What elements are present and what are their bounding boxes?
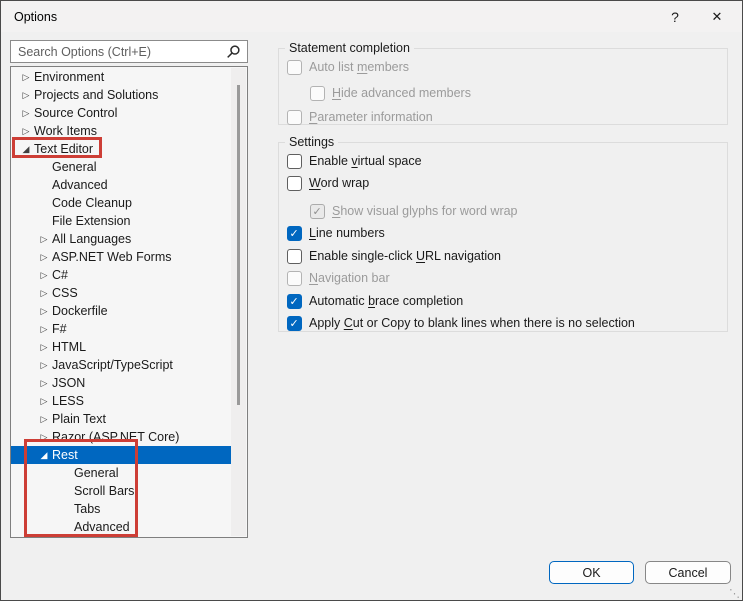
tree-item-text-editor[interactable]: ◢ Text Editor bbox=[11, 140, 231, 158]
tree-item-javascript-typescript[interactable]: ▷ JavaScript/TypeScript bbox=[11, 356, 231, 374]
ok-button[interactable]: OK bbox=[549, 561, 634, 584]
settings-group: Settings Enable virtual space Word wrap … bbox=[278, 135, 728, 333]
chevron-right-icon[interactable]: ▷ bbox=[19, 72, 33, 83]
checkbox-checked-icon[interactable] bbox=[287, 293, 302, 309]
checkbox-icon[interactable] bbox=[287, 175, 302, 191]
tree-item-aspnet-web-forms[interactable]: ▷ ASP.NET Web Forms bbox=[11, 248, 231, 266]
tree-item-rest-advanced[interactable]: Advanced bbox=[11, 518, 231, 536]
triangle-expanded-icon[interactable]: ◢ bbox=[19, 144, 33, 155]
chevron-right-icon[interactable]: ▷ bbox=[37, 396, 51, 407]
checkbox-icon[interactable] bbox=[287, 248, 302, 264]
resize-grip[interactable]: ⋱ bbox=[729, 589, 740, 600]
chevron-right-icon[interactable]: ▷ bbox=[37, 342, 51, 353]
tree-item-fsharp[interactable]: ▷ F# bbox=[11, 320, 231, 338]
checkbox-navigation-bar[interactable]: Navigation bar bbox=[287, 268, 727, 288]
checkbox-checked-icon[interactable] bbox=[287, 315, 302, 331]
chevron-right-icon[interactable]: ▷ bbox=[37, 324, 51, 335]
checkbox-icon[interactable] bbox=[287, 153, 302, 169]
tree-item-rest-tabs[interactable]: Tabs bbox=[11, 500, 231, 518]
tree-item-css[interactable]: ▷ CSS bbox=[11, 284, 231, 302]
tree-item-file-extension[interactable]: File Extension bbox=[11, 212, 231, 230]
checkbox-icon[interactable] bbox=[287, 270, 302, 286]
tree-item-projects-and-solutions[interactable]: ▷ Projects and Solutions bbox=[11, 86, 231, 104]
checkbox-word-wrap[interactable]: Word wrap bbox=[287, 173, 727, 193]
checkbox-show-visual-glyphs[interactable]: Show visual glyphs for word wrap bbox=[310, 201, 727, 221]
checkbox-apply-cut-copy-blank-lines[interactable]: Apply Cut or Copy to blank lines when th… bbox=[287, 313, 727, 333]
checkbox-checked-icon[interactable] bbox=[287, 225, 302, 241]
search-input[interactable] bbox=[10, 40, 248, 63]
chevron-right-icon[interactable]: ▷ bbox=[37, 306, 51, 317]
chevron-right-icon[interactable]: ▷ bbox=[37, 360, 51, 371]
chevron-right-icon[interactable]: ▷ bbox=[37, 414, 51, 425]
checkbox-checked-icon[interactable] bbox=[310, 203, 325, 219]
tree-item-razor-aspnet-core[interactable]: ▷ Razor (ASP.NET Core) bbox=[11, 428, 231, 446]
chevron-right-icon[interactable]: ▷ bbox=[19, 90, 33, 101]
chevron-right-icon[interactable]: ▷ bbox=[37, 252, 51, 263]
tree-item-environment[interactable]: ▷ Environment bbox=[11, 68, 231, 86]
close-button[interactable]: ✕ bbox=[701, 5, 733, 29]
checkbox-single-click-url[interactable]: Enable single-click URL navigation bbox=[287, 246, 727, 266]
checkbox-icon[interactable] bbox=[287, 109, 302, 125]
checkbox-auto-list-members[interactable]: Auto list members bbox=[287, 57, 727, 77]
help-icon: ? bbox=[671, 9, 679, 25]
tree-item-advanced[interactable]: Advanced bbox=[11, 176, 231, 194]
checkbox-icon[interactable] bbox=[287, 59, 302, 75]
checkbox-parameter-information[interactable]: Parameter information bbox=[287, 107, 727, 127]
tree-item-csharp[interactable]: ▷ C# bbox=[11, 266, 231, 284]
tree-item-rest-scroll-bars[interactable]: Scroll Bars bbox=[11, 482, 231, 500]
checkbox-hide-advanced-members[interactable]: Hide advanced members bbox=[310, 83, 727, 103]
checkbox-icon[interactable] bbox=[310, 85, 325, 101]
tree-item-html[interactable]: ▷ HTML bbox=[11, 338, 231, 356]
cancel-button[interactable]: Cancel bbox=[645, 561, 731, 584]
checkbox-line-numbers[interactable]: Line numbers bbox=[287, 223, 727, 243]
tree-item-all-languages[interactable]: ▷ All Languages bbox=[11, 230, 231, 248]
tree-item-json[interactable]: ▷ JSON bbox=[11, 374, 231, 392]
chevron-right-icon[interactable]: ▷ bbox=[37, 378, 51, 389]
close-icon: ✕ bbox=[711, 9, 723, 24]
tree-item-code-cleanup[interactable]: Code Cleanup bbox=[11, 194, 231, 212]
checkbox-enable-virtual-space[interactable]: Enable virtual space bbox=[287, 151, 727, 171]
tree-item-plain-text[interactable]: ▷ Plain Text bbox=[11, 410, 231, 428]
chevron-right-icon[interactable]: ▷ bbox=[37, 270, 51, 281]
tree-item-source-control[interactable]: ▷ Source Control bbox=[11, 104, 231, 122]
chevron-right-icon[interactable]: ▷ bbox=[37, 234, 51, 245]
triangle-expanded-icon[interactable]: ◢ bbox=[37, 450, 51, 461]
chevron-right-icon[interactable]: ▷ bbox=[37, 288, 51, 299]
help-button[interactable]: ? bbox=[659, 5, 691, 29]
chevron-right-icon[interactable]: ▷ bbox=[19, 126, 33, 137]
window-title: Options bbox=[14, 10, 58, 24]
tree-item-rest[interactable]: ◢ Rest bbox=[11, 446, 231, 464]
group-title: Statement completion bbox=[285, 41, 414, 55]
group-title: Settings bbox=[285, 135, 339, 149]
tree-item-dockerfile[interactable]: ▷ Dockerfile bbox=[11, 302, 231, 320]
title-bar: Options ? ✕ bbox=[1, 1, 742, 32]
statement-completion-group: Statement completion Auto list members H… bbox=[278, 41, 728, 127]
search-icon[interactable] bbox=[226, 44, 241, 59]
checkbox-automatic-brace-completion[interactable]: Automatic brace completion bbox=[287, 291, 727, 311]
tree-item-general[interactable]: General bbox=[11, 158, 231, 176]
options-tree: ▷ Environment ▷ Projects and Solutions ▷ So… bbox=[10, 66, 248, 538]
tree-item-less[interactable]: ▷ LESS bbox=[11, 392, 231, 410]
chevron-right-icon[interactable]: ▷ bbox=[19, 108, 33, 119]
options-dialog: Options ? ✕ ▷Environment ▷Projects and S… bbox=[0, 0, 743, 601]
tree-item-work-items[interactable]: ▷ Work Items bbox=[11, 122, 231, 140]
tree-rows: ▷ Environment ▷ Projects and Solutions ▷ So… bbox=[11, 68, 231, 536]
tree-scrollbar-thumb[interactable] bbox=[237, 85, 240, 405]
tree-scrollbar-track[interactable] bbox=[231, 68, 246, 536]
search-box bbox=[10, 40, 248, 63]
tree-item-rest-general[interactable]: General bbox=[11, 464, 231, 482]
chevron-right-icon[interactable]: ▷ bbox=[37, 432, 51, 443]
